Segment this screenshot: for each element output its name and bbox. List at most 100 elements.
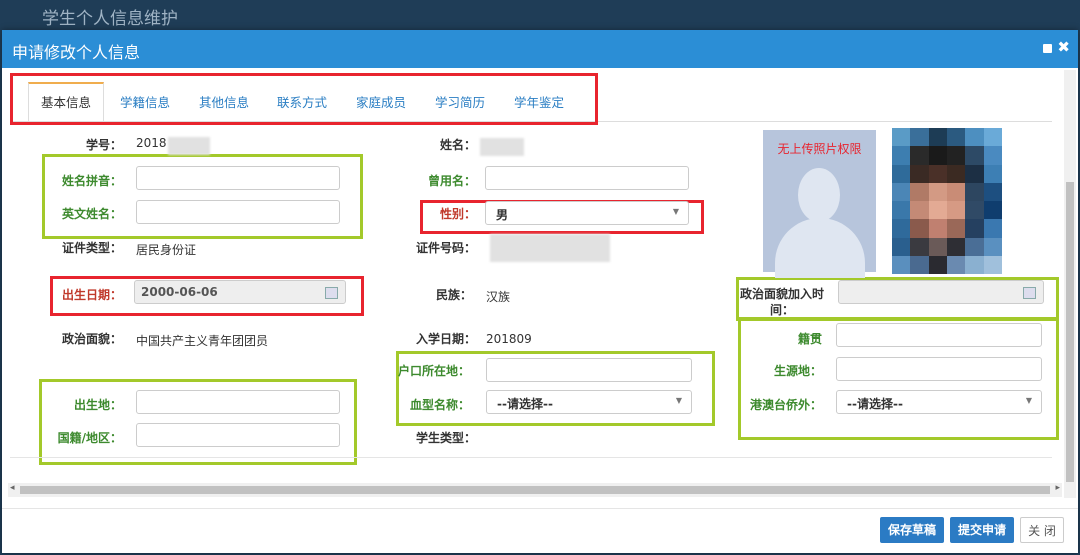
photo-pixel bbox=[928, 201, 947, 220]
student-type-label: 学生类型： bbox=[415, 431, 476, 445]
maximize-icon[interactable] bbox=[1043, 44, 1052, 53]
no-upload-permission-text: 无上传照片权限 bbox=[777, 142, 862, 156]
birth-place-input[interactable] bbox=[136, 390, 340, 414]
origin-place-label: 生源地： bbox=[773, 364, 822, 378]
birth-date-label: 出生日期： bbox=[61, 288, 122, 302]
photo-pixel bbox=[892, 255, 911, 274]
calendar-icon[interactable] bbox=[325, 287, 338, 299]
photo-pixel bbox=[892, 219, 911, 238]
nationality-input[interactable] bbox=[136, 423, 340, 447]
photo-pixel bbox=[910, 237, 929, 256]
political-status-label: 政治面貌： bbox=[61, 332, 122, 346]
redacted-id-number bbox=[490, 234, 610, 262]
submit-application-button[interactable]: 提交申请 bbox=[950, 517, 1014, 543]
gender-select[interactable]: 男 ▼ bbox=[485, 201, 689, 225]
household-input[interactable] bbox=[486, 358, 692, 382]
photo-pixel bbox=[892, 146, 911, 165]
household-label: 户口所在地： bbox=[398, 364, 471, 378]
avatar-silhouette-head bbox=[798, 168, 840, 222]
photo-pixel bbox=[947, 219, 966, 238]
blood-type-select[interactable]: --请选择-- ▼ bbox=[486, 390, 692, 414]
scroll-left-icon[interactable]: ◂ bbox=[10, 483, 15, 493]
photo-pixel bbox=[928, 164, 947, 183]
student-id-label: 学号： bbox=[85, 138, 122, 152]
photo-pixel bbox=[928, 128, 947, 147]
nationality-label: 国籍/地区： bbox=[57, 431, 122, 445]
english-name-input[interactable] bbox=[136, 200, 340, 224]
photo-pixel bbox=[983, 219, 1002, 238]
annotation-box-tabs bbox=[10, 73, 598, 125]
id-number-label: 证件号码： bbox=[415, 241, 476, 255]
dialog-header: 申请修改个人信息 ✖ bbox=[2, 30, 1078, 68]
photo-pixel bbox=[965, 201, 984, 220]
photo-pixel bbox=[910, 219, 929, 238]
english-name-label: 英文姓名： bbox=[61, 207, 122, 221]
vertical-scrollbar[interactable] bbox=[1064, 70, 1076, 498]
photo-pixel bbox=[983, 255, 1002, 274]
scroll-right-icon[interactable]: ▸ bbox=[1055, 483, 1060, 493]
photo-pixel bbox=[983, 164, 1002, 183]
photo-pixel bbox=[947, 237, 966, 256]
birth-place-label: 出生地： bbox=[73, 398, 122, 412]
enroll-date-value: 201809 bbox=[486, 332, 532, 346]
student-photo-pixelated bbox=[892, 128, 1002, 274]
avatar-silhouette-body bbox=[775, 218, 865, 278]
party-join-time-input[interactable] bbox=[838, 280, 1044, 304]
photo-pixel bbox=[892, 237, 911, 256]
name-label: 姓名： bbox=[439, 138, 476, 152]
photo-pixel bbox=[910, 255, 929, 274]
photo-pixel bbox=[965, 164, 984, 183]
native-place-input[interactable] bbox=[836, 323, 1042, 347]
page-title: 学生个人信息维护 bbox=[42, 9, 178, 29]
origin-place-input[interactable] bbox=[836, 357, 1042, 381]
photo-pixel bbox=[965, 128, 984, 147]
form-divider bbox=[10, 457, 1052, 458]
photo-pixel bbox=[928, 219, 947, 238]
photo-pixel bbox=[947, 255, 966, 274]
photo-pixel bbox=[928, 237, 947, 256]
ethnicity-label: 民族： bbox=[435, 288, 472, 302]
horizontal-scroll-thumb[interactable] bbox=[20, 486, 1050, 494]
former-name-input[interactable] bbox=[485, 166, 689, 190]
save-draft-button[interactable]: 保存草稿 bbox=[880, 517, 944, 543]
ethnicity-value: 汉族 bbox=[486, 290, 511, 304]
photo-pixel bbox=[947, 146, 966, 165]
redacted-student-id bbox=[168, 137, 210, 155]
photo-pixel bbox=[892, 182, 911, 201]
photo-pixel bbox=[965, 255, 984, 274]
name-pinyin-label: 姓名拼音： bbox=[61, 174, 122, 188]
political-status-value: 中国共产主义青年团团员 bbox=[136, 334, 269, 348]
photo-pixel bbox=[910, 182, 929, 201]
edit-info-dialog: 申请修改个人信息 ✖ 基本信息 学籍信息 其他信息 联系方式 家庭成员 学习简历… bbox=[2, 30, 1078, 553]
vertical-scroll-thumb[interactable] bbox=[1066, 182, 1074, 482]
blood-type-label: 血型名称： bbox=[409, 398, 470, 412]
photo-pixel bbox=[947, 128, 966, 147]
close-button[interactable]: 关 闭 bbox=[1020, 517, 1064, 543]
name-pinyin-input[interactable] bbox=[136, 166, 340, 190]
close-icon[interactable]: ✖ bbox=[1057, 38, 1070, 56]
party-join-time-label: 政治面貌加入时 bbox=[739, 287, 824, 301]
photo-pixel bbox=[892, 164, 911, 183]
dialog-footer-divider bbox=[2, 508, 1078, 509]
photo-pixel bbox=[983, 128, 1002, 147]
photo-pixel bbox=[892, 128, 911, 147]
photo-pixel bbox=[928, 146, 947, 165]
photo-pixel bbox=[983, 146, 1002, 165]
horizontal-scrollbar[interactable]: ◂ ▸ bbox=[8, 483, 1062, 497]
redacted-name bbox=[480, 138, 524, 156]
photo-pixel bbox=[910, 164, 929, 183]
native-place-label: 籍贯 bbox=[797, 332, 822, 346]
hmt-overseas-select[interactable]: --请选择-- ▼ bbox=[836, 390, 1042, 414]
photo-pixel bbox=[983, 201, 1002, 220]
photo-pixel bbox=[965, 237, 984, 256]
photo-pixel bbox=[983, 237, 1002, 256]
photo-pixel bbox=[910, 146, 929, 165]
photo-pixel bbox=[947, 182, 966, 201]
former-name-label: 曾用名： bbox=[427, 174, 476, 188]
photo-pixel bbox=[947, 164, 966, 183]
gender-label: 性别： bbox=[439, 207, 476, 221]
calendar-icon[interactable] bbox=[1023, 287, 1036, 299]
party-join-time-label-2: 间： bbox=[769, 303, 794, 317]
birth-date-input[interactable]: 2000-06-06 bbox=[134, 280, 346, 304]
page-header: 学生个人信息维护 bbox=[0, 0, 1080, 32]
